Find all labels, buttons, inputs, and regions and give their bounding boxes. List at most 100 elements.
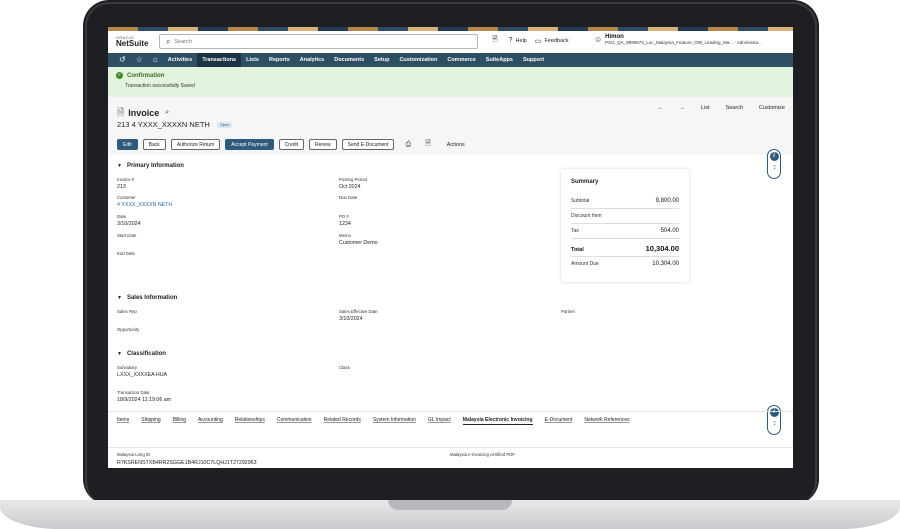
summary-divider	[571, 238, 679, 239]
check-icon: ✓	[116, 72, 123, 79]
nav-setup[interactable]: Setup	[369, 53, 394, 67]
pdf-icon[interactable]: 🗎	[425, 139, 431, 150]
confirmation-message: Transaction successfully Saved	[125, 83, 195, 89]
credit-button[interactable]: Credit	[278, 139, 305, 150]
back-button[interactable]: Back	[142, 139, 166, 150]
sales-rep-label: Sales Rep	[117, 309, 137, 314]
netsuite-logo[interactable]: ORACLE NetSuite	[116, 36, 156, 48]
posting-period-label: Posting Period	[339, 177, 367, 182]
authorize-return-button[interactable]: Authorize Return	[170, 139, 221, 150]
date-label: Date	[117, 214, 127, 219]
tab-relationships[interactable]: Relationships	[235, 417, 265, 425]
summary-title: Summary	[571, 179, 599, 185]
tab-communication[interactable]: Communication	[277, 417, 312, 425]
transaction-date-label: Transaction Date	[117, 390, 150, 395]
next-record-icon[interactable]: →	[672, 105, 694, 111]
malaysia-long-id: R7KSRENSTXB4RR2SGGE1B4RJ10C7LQHJ1T272929…	[117, 460, 257, 466]
nav-reports[interactable]: Reports	[264, 53, 295, 67]
invoice-document-icon: 🗎	[117, 107, 125, 117]
tab-accounting[interactable]: Accounting	[198, 417, 223, 425]
print-icon[interactable]: ⎙	[405, 141, 411, 149]
tax-row: Tax 504.00	[571, 228, 679, 234]
class-label: Class	[339, 365, 350, 370]
search-record-icon[interactable]: ⌕	[165, 109, 169, 117]
side-panel-toggle-top[interactable]: i ⁝⁝	[767, 149, 781, 179]
netsuite-screen: ORACLE NetSuite ⌕ 🗎 ?Help ▭Feedback ☺ Hi…	[108, 27, 793, 468]
grid-icon: ⁝⁝	[773, 421, 776, 427]
help-button[interactable]: ? Help	[509, 37, 527, 44]
top-header: ORACLE NetSuite ⌕ 🗎 ?Help ▭Feedback ☺ Hi…	[108, 31, 793, 53]
global-search[interactable]: ⌕	[159, 34, 478, 49]
side-panel-toggle-bottom[interactable]: i ⁝⁝	[767, 405, 781, 435]
nav-support[interactable]: Support	[518, 53, 549, 67]
actions-menu[interactable]: Actions	[447, 142, 465, 148]
nav-lists[interactable]: Lists	[241, 53, 264, 67]
customize-link[interactable]: Customize	[751, 105, 793, 111]
sales-effective-date: 3/10/2024	[339, 316, 363, 322]
tab-shipping[interactable]: Shipping	[141, 417, 160, 425]
partner-label: Partner	[561, 309, 576, 314]
edit-button[interactable]: Edit	[117, 139, 138, 150]
nav-transactions[interactable]: Transactions	[197, 53, 242, 67]
nav-documents[interactable]: Documents	[329, 53, 369, 67]
subsidiary-value: LXXX_XXXXEA HUA	[117, 372, 168, 378]
record-title: 🗎 Invoice ⌕	[117, 105, 169, 121]
info-icon: i	[769, 408, 779, 417]
feedback-icon: ▭	[534, 37, 542, 45]
confirmation-title: Confirmation	[127, 72, 165, 79]
po-label: PO #	[339, 214, 349, 219]
search-icon: ⌕	[166, 36, 171, 46]
record-header: 🗎 Invoice ⌕ 213 4 YXXX_XXXXN NETH Open ←…	[108, 97, 793, 155]
search-link[interactable]: Search	[718, 105, 751, 111]
tab-network-references[interactable]: Network References	[584, 417, 629, 425]
nav-customization[interactable]: Customization	[394, 53, 442, 67]
primary-information-header[interactable]: ▼ Primary Information	[117, 163, 184, 169]
nav-analytics[interactable]: Analytics	[295, 53, 329, 67]
search-input[interactable]	[174, 38, 455, 45]
accept-payment-button[interactable]: Accept Payment	[225, 139, 274, 150]
help-icon: ?	[508, 37, 513, 44]
memo-label: Memo	[339, 233, 351, 238]
send-edocument-button[interactable]: Send E-Document	[341, 139, 395, 150]
tab-e-document[interactable]: E-Document	[545, 417, 573, 425]
renew-button[interactable]: Renew	[309, 139, 337, 150]
due-date-label: Due Date	[339, 195, 358, 200]
user-role: PSG_QA_9899573_Loc_Malaysia_Feature_OW_L…	[605, 40, 762, 45]
main-navigation: ↺ ☆ ⌂ Activities Transactions Lists Reports…	[108, 53, 793, 67]
recent-icon[interactable]: ↺	[114, 53, 131, 67]
classification-header[interactable]: ▼ Classification	[117, 351, 166, 357]
recent-records-button[interactable]: 🗎	[492, 35, 501, 46]
customer-link[interactable]: 4 YXXX_XXXXN NETH	[117, 202, 172, 208]
end-date-label: End Date	[117, 251, 135, 256]
user-menu[interactable]: ☺ Himon PSG_QA_9899573_Loc_Malaysia_Feat…	[594, 34, 762, 45]
user-icon: ☺	[594, 35, 603, 44]
tab-system-information[interactable]: System Information	[373, 417, 416, 425]
tab-billing[interactable]: Billing	[173, 417, 186, 425]
sales-information-header[interactable]: ▼ Sales Information	[117, 295, 177, 301]
tabs-divider	[108, 411, 793, 412]
nav-suiteapps[interactable]: SuiteApps	[481, 53, 518, 67]
previous-record-icon[interactable]: ←	[650, 105, 672, 111]
nav-activities[interactable]: Activities	[163, 53, 197, 67]
sales-effective-date-label: Sales Effective Date	[339, 309, 378, 314]
tab-gl-impact[interactable]: GL Impact	[428, 417, 451, 425]
home-icon[interactable]: ⌂	[148, 53, 163, 67]
favorites-star-icon[interactable]: ☆	[131, 53, 148, 67]
record-type: Invoice	[128, 108, 160, 118]
summary-panel: Summary Subtotal 9,800.00 Discount Item T…	[561, 169, 689, 282]
tab-content-divider	[108, 447, 793, 448]
grid-icon: ⁝⁝	[773, 165, 776, 171]
feedback-button[interactable]: ▭ Feedback	[535, 37, 569, 45]
certified-pdf-label: Malaysia e-Invoicing certified PDF	[450, 452, 515, 457]
discount-row: Discount Item	[571, 213, 602, 219]
list-link[interactable]: List	[693, 105, 718, 111]
nav-commerce[interactable]: Commerce	[442, 53, 480, 67]
invoice-number-label: Invoice #	[117, 177, 135, 182]
summary-divider	[571, 208, 679, 209]
status-badge: Open	[216, 121, 233, 128]
po-value: 1234	[339, 221, 351, 227]
tab-related-records[interactable]: Related Records	[324, 417, 361, 425]
tab-malaysia-electronic-invoicing[interactable]: Malaysia Electronic Invoicing	[462, 417, 533, 425]
tab-items[interactable]: Items	[117, 417, 129, 425]
subsidiary-label: Subsidiary	[117, 365, 138, 370]
